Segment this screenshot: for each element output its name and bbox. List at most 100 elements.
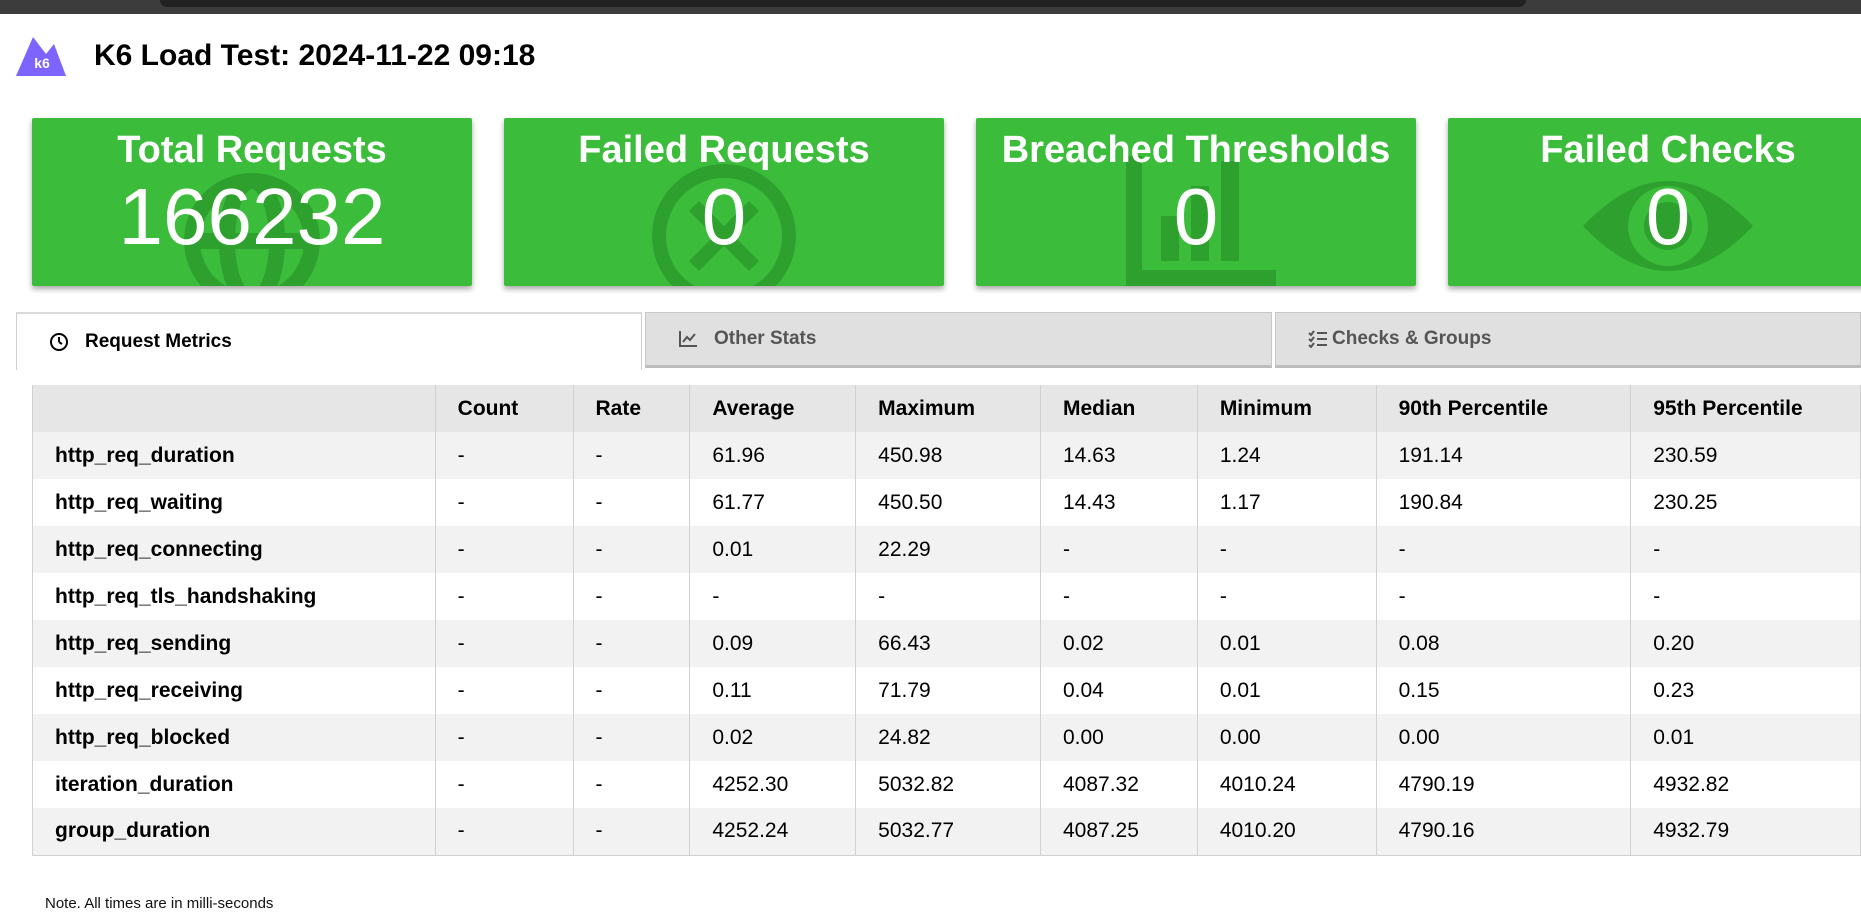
metric-value-cell: 61.77 — [689, 479, 857, 526]
metric-value-cell: - — [1197, 573, 1377, 620]
metric-name-cell: http_req_sending — [32, 620, 436, 667]
metric-value-cell: 61.96 — [689, 432, 857, 479]
metric-value-cell: 450.50 — [855, 479, 1041, 526]
metric-value-cell: - — [435, 667, 574, 714]
metric-value-cell: - — [573, 667, 691, 714]
k6-logo: k6 — [16, 32, 66, 80]
browser-top-bar — [0, 0, 1861, 14]
card-title: Total Requests — [117, 129, 387, 171]
card-value: 0 — [1173, 172, 1219, 261]
card-title: Breached Thresholds — [1001, 129, 1391, 171]
metric-value-cell: 191.14 — [1376, 432, 1632, 479]
metric-name-cell: group_duration — [32, 808, 436, 856]
metric-name-cell: iteration_duration — [32, 761, 436, 808]
metric-value-cell: - — [435, 714, 574, 761]
table-row: http_req_blocked - -0.02 24.82 0.00 0.00 0.00 0… — [32, 714, 1861, 761]
metric-value-cell: 0.04 — [1040, 667, 1198, 714]
metric-value-cell: 0.00 — [1197, 714, 1377, 761]
metric-value-cell: 230.25 — [1630, 479, 1861, 526]
column-header: Minimum — [1197, 385, 1377, 432]
metric-value-cell: - — [435, 573, 574, 620]
table-header-row: Count Rate Average Maximum Median Minimu… — [32, 385, 1861, 432]
tab-other-stats[interactable]: Other Stats — [645, 312, 1272, 368]
metric-value-cell: - — [1197, 526, 1377, 573]
metric-value-cell: - — [1040, 573, 1198, 620]
metric-value-cell: 0.00 — [1376, 714, 1632, 761]
metric-value-cell: 0.01 — [689, 526, 857, 573]
column-header — [32, 385, 436, 432]
metric-value-cell: 190.84 — [1376, 479, 1632, 526]
metric-value-cell: - — [435, 620, 574, 667]
column-header: Count — [435, 385, 574, 432]
metric-value-cell: - — [573, 808, 691, 856]
failed-requests-card: Failed Requests 0 — [504, 118, 944, 286]
metric-value-cell: 66.43 — [855, 620, 1041, 667]
metric-value-cell: 4087.32 — [1040, 761, 1198, 808]
metric-value-cell: 24.82 — [855, 714, 1041, 761]
browser-address-bar[interactable] — [160, 0, 1526, 7]
metric-value-cell: - — [573, 526, 691, 573]
metric-value-cell: 0.01 — [1197, 667, 1377, 714]
tab-request-metrics[interactable]: Request Metrics — [16, 312, 642, 370]
note-text: Note. All times are in milli-seconds — [45, 895, 274, 912]
tab-label: Checks & Groups — [1332, 328, 1492, 349]
table-row: iteration_duration - -4252.30 5032.82 4087.3… — [32, 761, 1861, 808]
card-value: 0 — [701, 172, 747, 261]
metric-value-cell: 1.24 — [1197, 432, 1377, 479]
metric-value-cell: - — [1630, 573, 1861, 620]
metric-value-cell: 71.79 — [855, 667, 1041, 714]
table-row: http_req_duration - -61.96 450.98 14.63 1.24 1… — [32, 432, 1861, 479]
tab-checks-groups[interactable]: Checks & Groups — [1275, 312, 1861, 368]
metric-value-cell: 4010.20 — [1197, 808, 1377, 856]
metric-name-cell: http_req_waiting — [32, 479, 436, 526]
column-header: Median — [1040, 385, 1198, 432]
metric-name-cell: http_req_duration — [32, 432, 436, 479]
failed-checks-card: Failed Checks 0 — [1448, 118, 1861, 286]
breached-thresholds-card: Breached Thresholds 0 — [976, 118, 1416, 286]
table-row: http_req_waiting - -61.77 450.50 14.43 1.17 19… — [32, 479, 1861, 526]
metric-value-cell: - — [435, 479, 574, 526]
metric-value-cell: 0.00 — [1040, 714, 1198, 761]
card-value: 0 — [1645, 172, 1691, 261]
metric-value-cell: 4252.24 — [689, 808, 857, 856]
table-row: http_req_connecting - -0.01 22.29- - - - — [32, 526, 1861, 573]
metric-value-cell: - — [573, 761, 691, 808]
metric-value-cell: - — [435, 761, 574, 808]
metric-value-cell: - — [855, 573, 1041, 620]
column-header: Rate — [573, 385, 691, 432]
page-header: k6 K6 Load Test: 2024-11-22 09:18 — [16, 32, 535, 80]
metric-value-cell: - — [573, 620, 691, 667]
logo-text: k6 — [34, 55, 50, 71]
metric-value-cell: - — [689, 573, 857, 620]
checklist-icon — [1308, 330, 1328, 348]
request-metrics-table: Count Rate Average Maximum Median Minimu… — [32, 385, 1861, 856]
metric-value-cell: 0.01 — [1630, 714, 1861, 761]
column-header: 95th Percentile — [1630, 385, 1861, 432]
summary-cards: Total Requests 166232 Failed Requests 0 — [32, 118, 1861, 286]
metric-value-cell: 0.11 — [689, 667, 857, 714]
clock-icon — [49, 332, 69, 352]
metric-value-cell: 4010.24 — [1197, 761, 1377, 808]
metric-value-cell: 4087.25 — [1040, 808, 1198, 856]
metric-value-cell: 4252.30 — [689, 761, 857, 808]
metric-value-cell: 230.59 — [1630, 432, 1861, 479]
metric-value-cell: - — [435, 432, 574, 479]
metric-value-cell: - — [435, 808, 574, 856]
column-header: Maximum — [855, 385, 1041, 432]
card-title: Failed Checks — [1540, 129, 1796, 171]
metric-value-cell: 0.23 — [1630, 667, 1861, 714]
line-chart-icon — [678, 330, 698, 348]
metric-value-cell: 22.29 — [855, 526, 1041, 573]
metric-name-cell: http_req_tls_handshaking — [32, 573, 436, 620]
metric-value-cell: 1.17 — [1197, 479, 1377, 526]
metric-value-cell: - — [435, 526, 574, 573]
metric-value-cell: 4790.19 — [1376, 761, 1632, 808]
page-title: K6 Load Test: 2024-11-22 09:18 — [94, 39, 536, 72]
metric-value-cell: 0.09 — [689, 620, 857, 667]
metric-value-cell: - — [573, 479, 691, 526]
column-header: 90th Percentile — [1376, 385, 1632, 432]
metric-value-cell: 5032.82 — [855, 761, 1041, 808]
tab-label: Request Metrics — [85, 331, 232, 352]
table-row: http_req_tls_handshaking - - - - - - - - — [32, 573, 1861, 620]
metric-value-cell: - — [573, 573, 691, 620]
